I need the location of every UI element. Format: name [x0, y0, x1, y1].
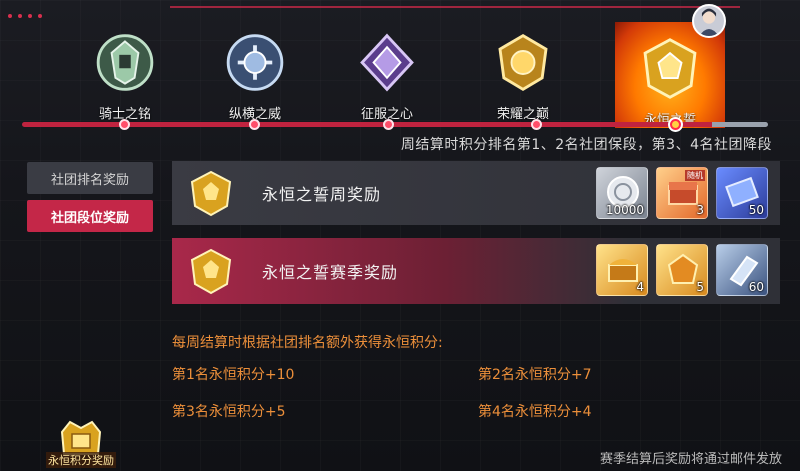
tab-rank-rewards[interactable]: 社团排名奖励 [27, 162, 153, 194]
weekly-reward-title: 永恒之誓周奖励 [262, 185, 382, 204]
eternal-badge-icon [190, 248, 232, 295]
avatar[interactable] [692, 4, 726, 38]
item-qty: 4 [636, 280, 644, 294]
valor-badge-icon [226, 34, 284, 91]
tab-tier-rewards[interactable]: 社团段位奖励 [27, 200, 153, 232]
tier-knight[interactable]: 骑士之铭 [70, 14, 180, 122]
eternal-badge-icon [643, 38, 697, 99]
blue-ticket-icon[interactable]: 50 [716, 167, 768, 219]
tier-glory[interactable]: 荣耀之巅 [468, 14, 578, 122]
item-qty: 3 [696, 203, 704, 217]
item-qty: 10000 [605, 203, 644, 217]
season-reward-row: 永恒之誓赛季奖励 4 5 60 [172, 238, 780, 304]
item-qty: 60 [748, 280, 764, 294]
points-award-label: 永恒积分奖励 [46, 452, 116, 468]
season-reward-items: 4 5 60 [596, 244, 768, 296]
progress-node [119, 119, 130, 130]
season-reward-title: 永恒之誓赛季奖励 [262, 263, 399, 282]
weekly-reward-items: 10000 随机 3 50 [596, 167, 768, 219]
rank3-points: 第3名永恒积分+5 [172, 404, 286, 420]
random-chest-icon[interactable]: 随机 3 [656, 167, 708, 219]
eternal-badge-icon [190, 170, 232, 217]
points-award-button[interactable]: 永恒积分奖励 [38, 418, 124, 471]
progress-remaining [712, 122, 768, 127]
conquest-badge-icon [360, 33, 414, 92]
progress-node [531, 119, 542, 130]
rank2-points: 第2名永恒积分+7 [478, 367, 592, 383]
rank4-points: 第4名永恒积分+4 [478, 404, 592, 420]
tier-rule-text: 周结算时积分排名第1、2名社团保段，第3、4名社团降段 [400, 137, 772, 153]
rank1-points: 第1名永恒积分+10 [172, 367, 295, 383]
gem-box-icon[interactable]: 5 [656, 244, 708, 296]
tier-valor[interactable]: 纵横之威 [200, 14, 310, 122]
footer-note: 赛季结算后奖励将通过邮件发放 [599, 452, 782, 467]
silver-coin-icon[interactable]: 10000 [596, 167, 648, 219]
glory-badge-icon [498, 34, 548, 92]
knight-badge-icon [96, 34, 154, 91]
tier-progress-track [22, 122, 768, 127]
progress-node-current [670, 119, 681, 130]
tier-row: 骑士之铭 纵横之威 征服之心 荣耀之巅 永恒之誓 [70, 14, 750, 128]
user-portrait-icon [699, 8, 719, 36]
gold-chest-icon[interactable]: 4 [596, 244, 648, 296]
item-qty: 50 [748, 203, 764, 217]
progress-node [383, 119, 394, 130]
tier-name: 荣耀之巅 [496, 107, 549, 122]
random-tag: 随机 [685, 170, 705, 181]
tier-conquest[interactable]: 征服之心 [332, 14, 442, 122]
window-dots [8, 14, 42, 18]
item-qty: 5 [696, 280, 704, 294]
progress-node [249, 119, 260, 130]
weekly-reward-row: 永恒之誓周奖励 10000 随机 3 50 [172, 161, 780, 225]
top-accent-line [170, 6, 740, 8]
points-info-heading: 每周结算时根据社团排名额外获得永恒积分: [172, 335, 443, 351]
crystal-shard-icon[interactable]: 60 [716, 244, 768, 296]
